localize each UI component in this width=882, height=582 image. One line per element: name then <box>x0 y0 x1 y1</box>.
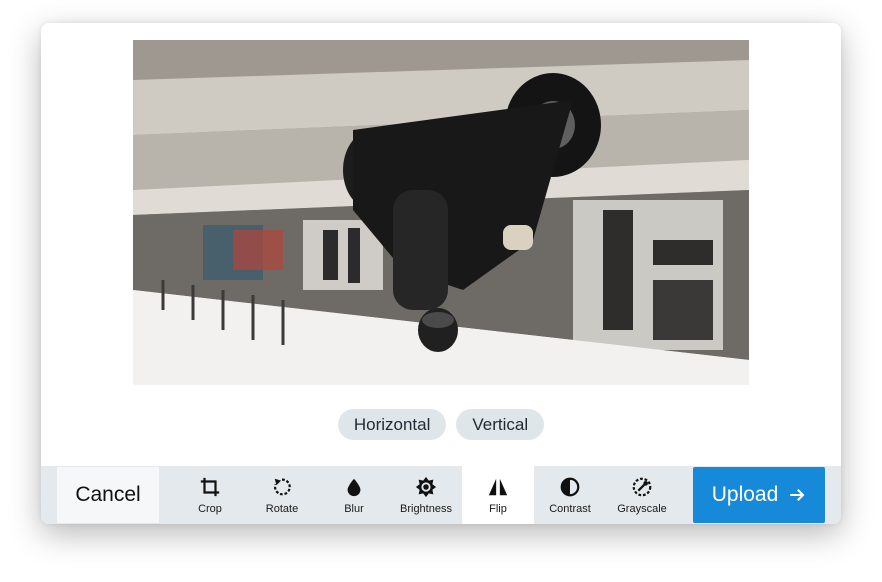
crop-icon <box>200 477 220 496</box>
grayscale-icon <box>632 477 652 496</box>
grayscale-tool-button[interactable]: Grayscale <box>606 466 678 524</box>
flip-icon <box>488 478 508 495</box>
contrast-icon <box>560 477 580 496</box>
image-preview <box>133 40 749 385</box>
cancel-button[interactable]: Cancel <box>57 467 159 523</box>
flipped-motorcycle-photo <box>133 40 749 385</box>
rotate-tool-button[interactable]: Rotate <box>246 466 318 524</box>
contrast-tool-button[interactable]: Contrast <box>534 466 606 524</box>
flip-options: Horizontal Vertical <box>41 409 841 440</box>
rotate-tool-label: Rotate <box>265 502 299 515</box>
upload-button[interactable]: Upload <box>693 467 825 523</box>
brightness-tool-button[interactable]: Brightness <box>390 466 462 524</box>
flip-vertical-button[interactable]: Vertical <box>456 409 545 440</box>
rotate-icon <box>273 478 291 495</box>
flip-tool-button[interactable]: Flip <box>462 466 534 524</box>
image-editor-dialog: Horizontal Vertical Cancel Crop Rotate B… <box>41 23 841 524</box>
editor-toolbar: Cancel Crop Rotate Blur Brightness Flip … <box>41 466 841 524</box>
brightness-tool-label: Brightness <box>400 502 452 515</box>
brightness-icon <box>415 476 437 497</box>
blur-tool-button[interactable]: Blur <box>318 466 390 524</box>
grayscale-tool-label: Grayscale <box>617 502 667 515</box>
blur-tool-label: Blur <box>344 502 364 515</box>
crop-tool-label: Crop <box>198 502 222 515</box>
upload-button-label: Upload <box>711 483 779 506</box>
crop-tool-button[interactable]: Crop <box>174 466 246 524</box>
contrast-tool-label: Contrast <box>549 502 591 515</box>
arrow-right-icon <box>790 489 805 501</box>
flip-tool-label: Flip <box>489 502 507 515</box>
flip-horizontal-button[interactable]: Horizontal <box>337 409 447 440</box>
blur-icon <box>347 478 361 496</box>
